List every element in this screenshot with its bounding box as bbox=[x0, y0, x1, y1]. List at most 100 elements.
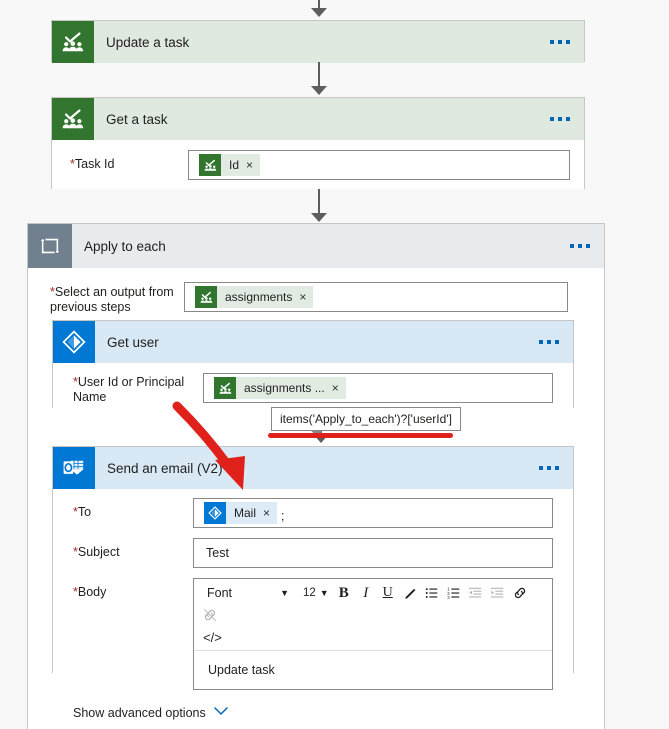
more-options-button[interactable] bbox=[550, 117, 570, 121]
token-label: Mail bbox=[234, 506, 257, 520]
step-title: Get user bbox=[107, 334, 159, 350]
subject-input[interactable]: Test bbox=[193, 538, 553, 568]
step-card-send-an-email[interactable]: Send an email (V2) *To Mail × ; *Subject… bbox=[52, 446, 574, 720]
step-title: Apply to each bbox=[84, 238, 166, 254]
connector-arrow-2 bbox=[308, 189, 330, 225]
select-output-input[interactable]: assignments × bbox=[184, 282, 568, 312]
token-label: Id bbox=[229, 158, 240, 172]
step-body-send-an-email: *To Mail × ; *Subject Test *Body Font ▼ … bbox=[53, 489, 573, 720]
italic-glyph: I bbox=[363, 584, 369, 601]
user-id-input[interactable]: assignments ... × bbox=[203, 373, 553, 403]
text-color-icon[interactable] bbox=[399, 582, 421, 604]
remove-token-icon[interactable]: × bbox=[332, 382, 346, 394]
chevron-down-icon: ▼ bbox=[280, 588, 289, 598]
connector-arrow-1 bbox=[308, 62, 330, 98]
step-header-send-an-email[interactable]: Send an email (V2) bbox=[53, 447, 573, 489]
task-id-input[interactable]: Id × bbox=[188, 150, 570, 180]
field-subject: *Subject Test bbox=[53, 530, 573, 570]
connector-arrow-top bbox=[308, 0, 330, 20]
token-chip[interactable]: assignments × bbox=[195, 286, 314, 308]
token-chip[interactable]: assignments ... × bbox=[214, 377, 346, 399]
more-options-button[interactable] bbox=[550, 40, 570, 44]
expression-tooltip: items('Apply_to_each')?['userId'] bbox=[271, 407, 461, 431]
tooltip-underline-highlight bbox=[268, 433, 453, 438]
underline-icon[interactable]: U bbox=[377, 582, 399, 604]
field-label-text: Task Id bbox=[74, 157, 115, 171]
field-select-output: *Select an output from previous steps as… bbox=[28, 268, 604, 323]
body-rich-text-editor[interactable]: Font ▼ 12 ▼ B I U 1 2 3 </> Update task bbox=[193, 578, 553, 690]
step-card-get-a-task[interactable]: Get a task *Task Id Id × bbox=[51, 97, 585, 189]
flow-designer-canvas: Update a task Get a task *Task Id Id × A… bbox=[0, 0, 669, 729]
planner-icon bbox=[195, 286, 217, 308]
step-header-get-a-task[interactable]: Get a task bbox=[52, 98, 584, 140]
rte-toolbar-row-2: </> bbox=[199, 626, 547, 648]
svg-text:3: 3 bbox=[447, 595, 450, 600]
body-content[interactable]: Update task bbox=[194, 651, 552, 689]
field-label-text: To bbox=[77, 505, 92, 519]
field-label-text: User Id or Principal Name bbox=[73, 375, 185, 404]
loop-icon bbox=[28, 224, 72, 268]
field-label-text: Select an output from previous steps bbox=[50, 285, 174, 314]
bold-glyph: B bbox=[338, 584, 349, 601]
planner-icon bbox=[214, 377, 236, 399]
field-label: *User Id or Principal Name bbox=[73, 373, 203, 405]
planner-icon bbox=[52, 98, 94, 140]
token-chip[interactable]: Id × bbox=[199, 154, 261, 176]
field-label: *To bbox=[73, 498, 193, 520]
step-body-get-a-task: *Task Id Id × bbox=[52, 140, 584, 189]
step-card-apply-to-each[interactable]: Apply to each *Select an output from pre… bbox=[27, 223, 605, 729]
token-chip[interactable]: Mail × bbox=[204, 502, 278, 524]
field-body: *Body Font ▼ 12 ▼ B I U 1 2 3 </> Update… bbox=[53, 570, 573, 690]
more-options-button[interactable] bbox=[539, 466, 559, 470]
azure-ad-icon bbox=[204, 502, 226, 524]
field-label: *Subject bbox=[73, 538, 193, 560]
font-size-select[interactable]: 12 ▼ bbox=[295, 582, 333, 604]
code-view-label: </> bbox=[203, 629, 222, 645]
font-size-value: 12 bbox=[303, 587, 316, 599]
show-advanced-options-label: Show advanced options bbox=[73, 706, 206, 720]
step-title: Get a task bbox=[106, 111, 168, 127]
field-label: *Select an output from previous steps bbox=[50, 282, 184, 315]
planner-icon bbox=[52, 21, 94, 63]
planner-icon bbox=[199, 154, 221, 176]
field-label-text: Body bbox=[77, 585, 107, 599]
code-view-icon[interactable]: </> bbox=[200, 626, 225, 648]
remove-link-icon[interactable] bbox=[199, 604, 221, 626]
rte-toolbar: Font ▼ 12 ▼ B I U 1 2 3 </> bbox=[194, 579, 552, 651]
increase-indent-icon[interactable] bbox=[487, 582, 509, 604]
body-text: Update task bbox=[208, 663, 275, 677]
underline-glyph: U bbox=[382, 585, 393, 600]
numbered-list-icon[interactable]: 1 2 3 bbox=[443, 582, 465, 604]
step-card-update-a-task[interactable]: Update a task bbox=[51, 20, 585, 63]
step-header-update-a-task[interactable]: Update a task bbox=[52, 21, 584, 63]
azure-ad-icon bbox=[53, 321, 95, 363]
more-options-button[interactable] bbox=[570, 244, 590, 248]
field-to: *To Mail × ; bbox=[53, 489, 573, 530]
show-advanced-options-button[interactable]: Show advanced options bbox=[73, 706, 573, 720]
step-header-get-user[interactable]: Get user bbox=[53, 321, 573, 363]
decrease-indent-icon[interactable] bbox=[465, 582, 487, 604]
step-card-get-user[interactable]: Get user *User Id or Principal Name assi… bbox=[52, 320, 574, 414]
font-family-value: Font bbox=[207, 586, 233, 600]
token-label: assignments ... bbox=[244, 381, 325, 395]
chevron-down-icon: ▼ bbox=[319, 588, 329, 598]
token-label: assignments bbox=[225, 290, 293, 304]
advanced-options-row: Show advanced options bbox=[53, 690, 573, 720]
font-family-select[interactable]: Font ▼ bbox=[199, 582, 295, 604]
step-header-apply-to-each[interactable]: Apply to each bbox=[28, 224, 604, 268]
remove-token-icon[interactable]: × bbox=[299, 291, 313, 303]
remove-token-icon[interactable]: × bbox=[263, 507, 277, 519]
to-separator: ; bbox=[281, 508, 285, 523]
outlook-icon bbox=[53, 447, 95, 489]
field-label: *Body bbox=[73, 578, 193, 600]
to-input[interactable]: Mail × ; bbox=[193, 498, 553, 528]
bulleted-list-icon[interactable] bbox=[421, 582, 443, 604]
more-options-button[interactable] bbox=[539, 340, 559, 344]
remove-token-icon[interactable]: × bbox=[246, 159, 260, 171]
chevron-down-icon bbox=[213, 707, 228, 719]
subject-value: Test bbox=[206, 546, 229, 560]
step-body-apply-to-each: *Select an output from previous steps as… bbox=[28, 268, 604, 729]
insert-link-icon[interactable] bbox=[509, 582, 531, 604]
bold-icon[interactable]: B bbox=[333, 582, 355, 604]
italic-icon[interactable]: I bbox=[355, 582, 377, 604]
